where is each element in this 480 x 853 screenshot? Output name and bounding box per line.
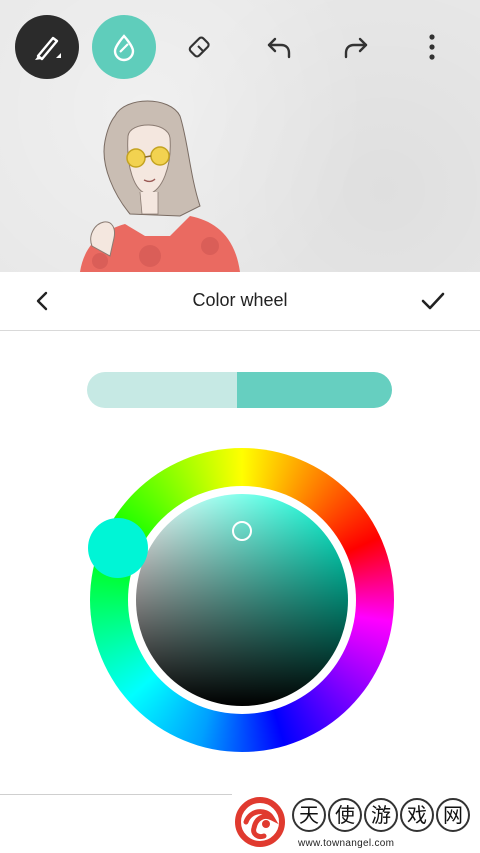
- drawing-canvas[interactable]: [0, 0, 480, 272]
- watermark-char: 网: [436, 798, 470, 832]
- redo-icon: [344, 37, 368, 59]
- watermark-char: 使: [328, 798, 362, 832]
- color-tool-button[interactable]: [92, 15, 156, 79]
- color-compare-bar: [87, 372, 392, 408]
- page-title: Color wheel: [192, 290, 288, 310]
- undo-button[interactable]: [255, 23, 303, 71]
- confirm-button[interactable]: [416, 286, 450, 316]
- saturation-value-handle[interactable]: [232, 521, 252, 541]
- more-vertical-icon: [429, 34, 435, 60]
- watermark-url: www.townangel.com: [298, 838, 395, 849]
- watermark-characters: 天 使 游 戏 网: [292, 798, 470, 832]
- watermark-char: 游: [364, 798, 398, 832]
- color-wheel-header: Color wheel: [0, 272, 480, 331]
- check-icon: [421, 292, 445, 310]
- watermark-logo-icon: [235, 797, 285, 847]
- watermark-char: 天: [292, 798, 326, 832]
- current-color-swatch: [237, 372, 392, 408]
- color-wheel[interactable]: [90, 448, 394, 752]
- previous-color-swatch[interactable]: [87, 372, 237, 408]
- eraser-tool-button[interactable]: [178, 23, 226, 71]
- hue-handle[interactable]: [88, 518, 148, 578]
- undo-icon: [267, 37, 291, 59]
- brush-tool-button[interactable]: [15, 15, 79, 79]
- watermark-char: 戏: [400, 798, 434, 832]
- eraser-icon: [188, 36, 210, 58]
- redo-button[interactable]: [332, 23, 380, 71]
- site-watermark: 天 使 游 戏 网 www.townangel.com: [232, 794, 480, 853]
- color-drop-icon: [113, 34, 135, 62]
- more-options-button[interactable]: [408, 23, 456, 71]
- sketch-artwork: [80, 100, 240, 272]
- top-toolbar: [0, 0, 480, 95]
- brush-icon: [35, 36, 61, 61]
- bottom-divider: [0, 794, 232, 795]
